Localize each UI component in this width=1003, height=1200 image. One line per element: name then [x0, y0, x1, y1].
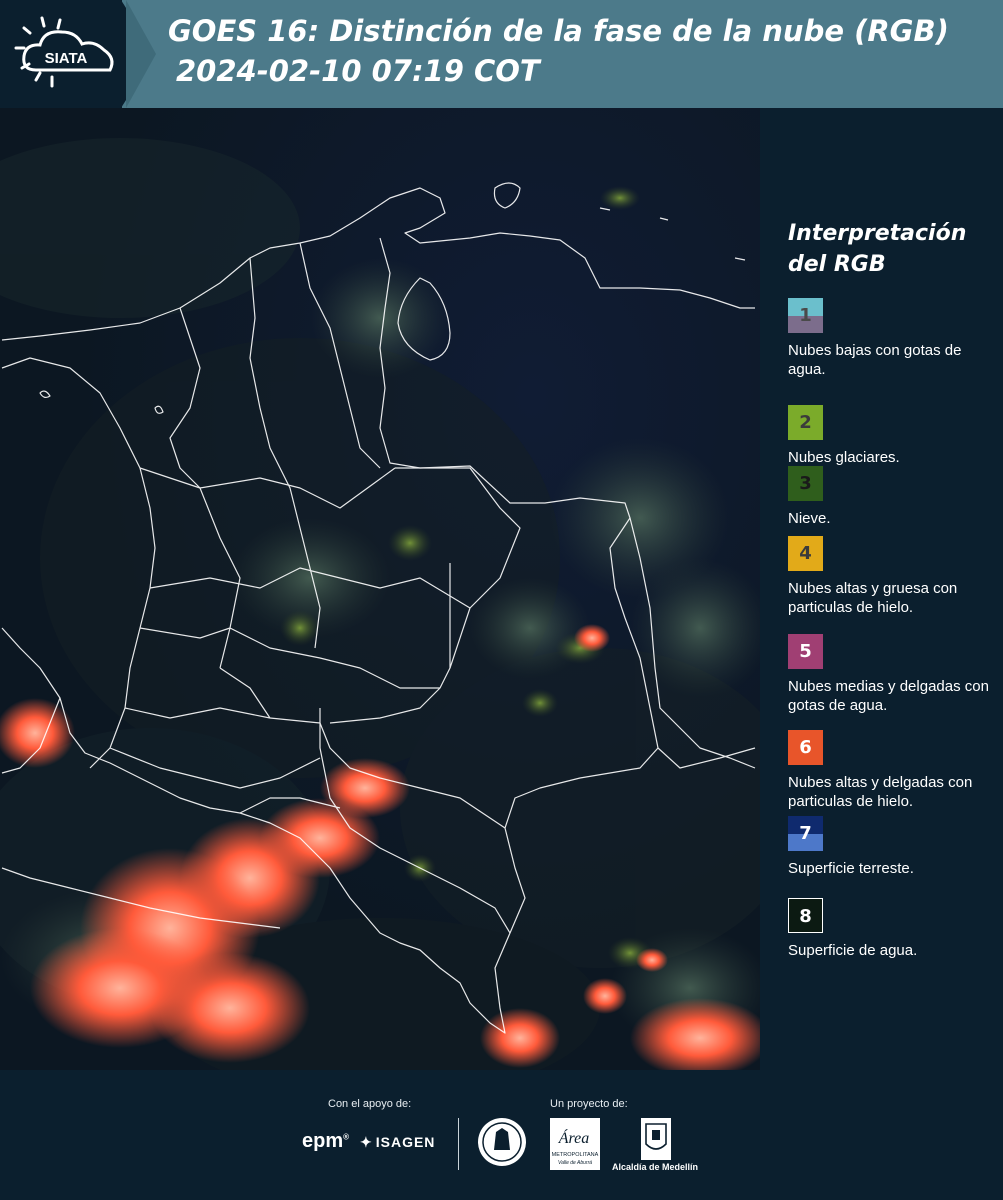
legend-item-6: 6 Nubes altas y delgadas con particulas d… [788, 730, 998, 811]
seal-logo [478, 1118, 526, 1166]
legend-title-line-1: Interpretación [788, 221, 967, 246]
siata-logo: SIATA [14, 16, 114, 88]
legend-swatch: 4 [788, 536, 823, 571]
timestamp: 2024-02-10 07:19 COT [176, 54, 540, 88]
legend-panel: Interpretación del RGB 1 Nubes bajas con … [760, 108, 1003, 1070]
support-label: Con el apoyo de: [328, 1098, 412, 1110]
isagen-logo: ✦ ISAGEN [360, 1134, 435, 1151]
legend-item-8: 8 Superficie de agua. [788, 898, 998, 960]
legend-number: 3 [799, 473, 812, 494]
legend-swatch: 2 [788, 405, 823, 440]
legend-swatch: 3 [788, 466, 823, 501]
legend-number: 1 [799, 305, 812, 326]
legend-number: 7 [799, 823, 812, 844]
legend-swatch: 8 [788, 898, 823, 933]
legend-label: Nubes bajas con gotas de agua. [788, 342, 962, 378]
legend-number: 5 [799, 641, 812, 662]
isagen-text: ISAGEN [375, 1134, 436, 1150]
legend-title: Interpretación del RGB [788, 218, 988, 280]
alcaldia-text: Alcaldía de Medellín [612, 1162, 699, 1172]
alcaldia-crest-logo [641, 1118, 671, 1160]
legend-label: Nieve. [788, 510, 831, 527]
footer-separator [458, 1118, 459, 1170]
legend-item-7: 7 Superficie terreste. [788, 816, 998, 878]
logo-text: SIATA [45, 50, 88, 67]
header-chevron-accent [126, 0, 156, 108]
isagen-mark-icon: ✦ [360, 1134, 373, 1150]
legend-number: 4 [799, 543, 812, 564]
epm-logo: epm® [302, 1130, 350, 1152]
legend-number: 8 [799, 906, 812, 927]
legend-label: Nubes altas y delgadas con particulas de… [788, 774, 973, 810]
legend-item-1: 1 Nubes bajas con gotas de agua. [788, 298, 998, 379]
legend-label: Superficie de agua. [788, 942, 918, 959]
legend-label: Superficie terreste. [788, 860, 914, 877]
epm-text: epm [302, 1130, 344, 1152]
legend-item-2: 2 Nubes glaciares. [788, 405, 998, 467]
satellite-map-svg [0, 108, 760, 1070]
footer: Con el apoyo de: Un proyecto de: epm® ✦ I… [0, 1070, 1003, 1200]
legend-item-5: 5 Nubes medias y delgadas con gotas de ag… [788, 634, 998, 715]
project-label: Un proyecto de: [550, 1098, 628, 1110]
legend-item-4: 4 Nubes altas y gruesa con particulas de … [788, 536, 998, 617]
legend-label: Nubes medias y delgadas con gotas de agu… [788, 678, 989, 714]
area-text: Área [558, 1128, 590, 1147]
legend-item-3: 3 Nieve. [788, 466, 998, 528]
legend-number: 6 [799, 737, 812, 758]
satellite-image [0, 108, 760, 1070]
legend-label: Nubes altas y gruesa con particulas de h… [788, 580, 958, 616]
page-title: GOES 16: Distinción de la fase de la nub… [168, 14, 949, 48]
legend-swatch: 1 [788, 298, 823, 333]
legend-label: Nubes glaciares. [788, 449, 900, 466]
area-metropolitana-logo: Área METROPOLITANA Valle de Aburrá [550, 1118, 600, 1170]
metropolitana-text: METROPOLITANA [552, 1152, 599, 1158]
legend-number: 2 [799, 412, 812, 433]
legend-title-line-2: del RGB [788, 252, 886, 277]
legend-swatch: 6 [788, 730, 823, 765]
legend-swatch: 7 [788, 816, 823, 851]
header-bar: SIATA GOES 16: Distinción de la fase de … [0, 0, 1003, 108]
legend-swatch: 5 [788, 634, 823, 669]
valle-text: Valle de Aburrá [558, 1160, 592, 1166]
